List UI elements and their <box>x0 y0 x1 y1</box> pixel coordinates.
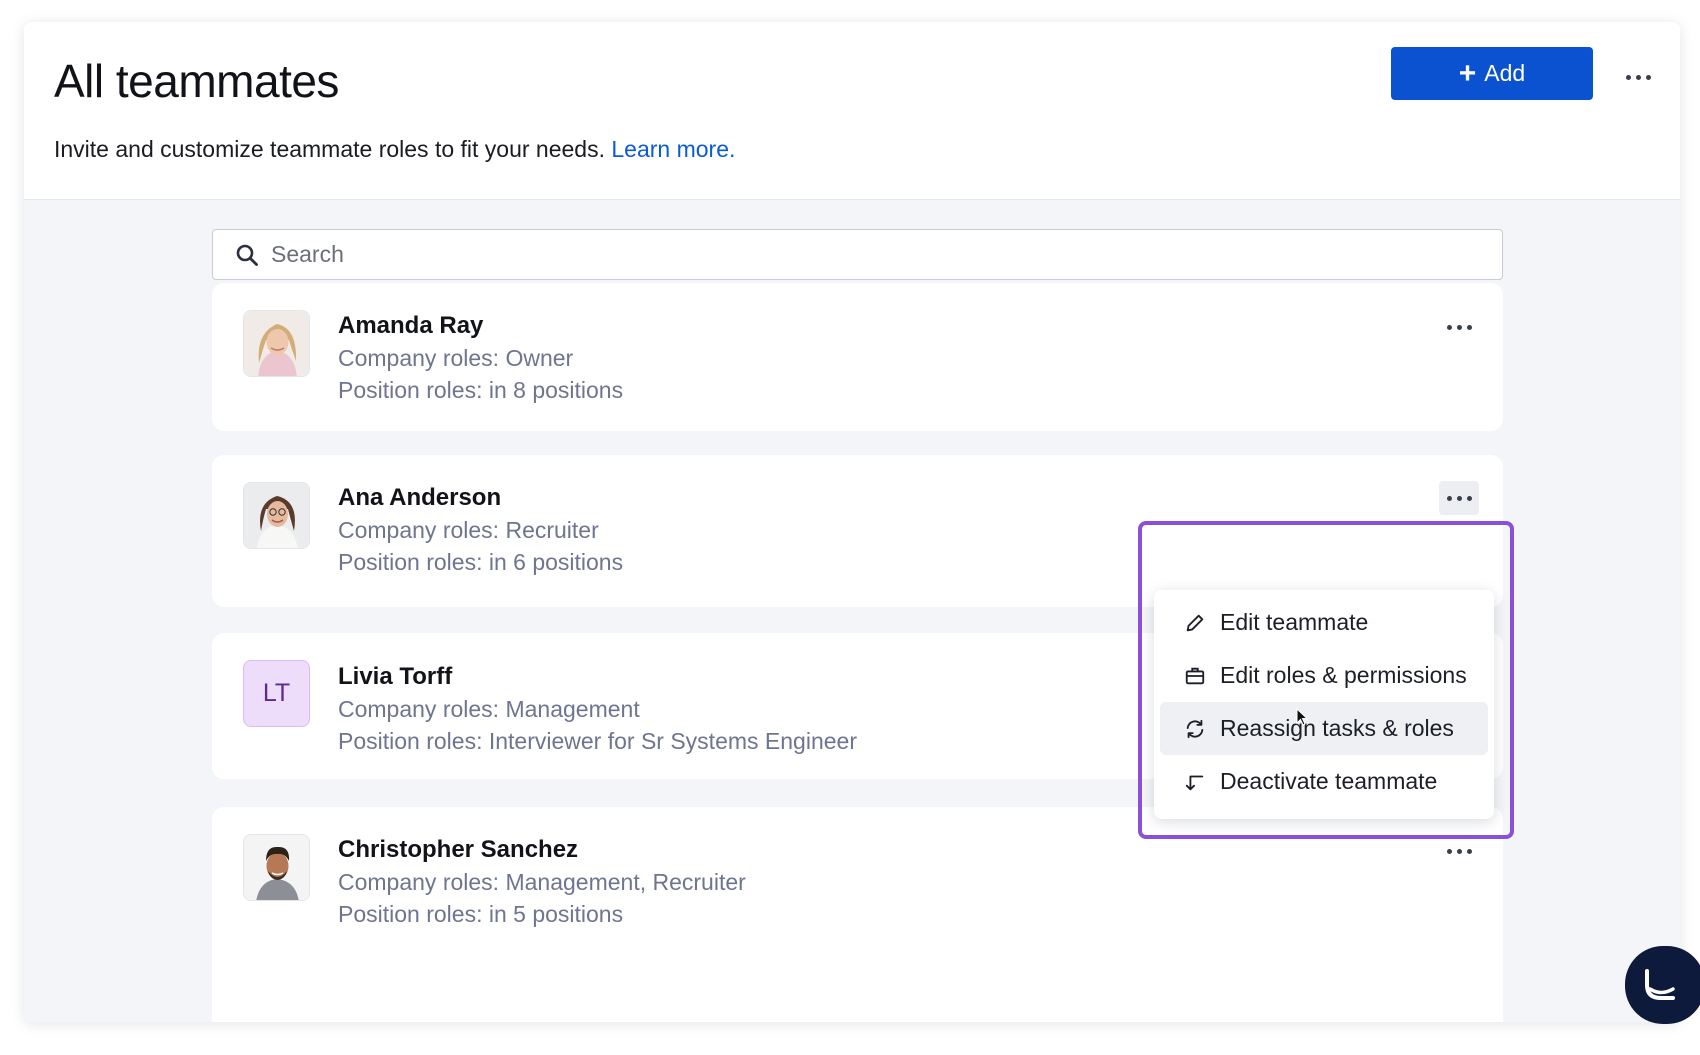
add-teammate-button[interactable]: + Add <box>1391 47 1593 100</box>
company-roles: Company roles: Management <box>338 696 640 722</box>
search-icon <box>236 244 258 266</box>
teammate-options-button-active[interactable] <box>1439 481 1479 515</box>
menu-item-label: Edit roles & permissions <box>1220 662 1467 688</box>
more-dots-icon <box>1446 848 1452 854</box>
more-dots-icon <box>1446 324 1452 330</box>
search-field[interactable] <box>212 229 1503 280</box>
mouse-cursor-icon <box>1296 708 1309 726</box>
company-roles: Company roles: Owner <box>338 345 574 371</box>
refresh-icon <box>1186 719 1204 738</box>
menu-item-edit-teammate[interactable]: Edit teammate <box>1160 596 1488 649</box>
menu-item-edit-roles[interactable]: Edit roles & permissions <box>1160 649 1488 702</box>
page-more-options-button[interactable] <box>1618 62 1658 92</box>
chat-icon <box>1645 969 1675 1000</box>
teammate-card: Amanda Ray Company roles: Owner Position… <box>212 283 1503 431</box>
teammate-name[interactable]: Amanda Ray <box>338 312 483 340</box>
more-dots-icon <box>1625 74 1631 80</box>
avatar <box>243 482 310 549</box>
position-roles: Position roles: Interviewer for Sr Syste… <box>338 728 857 754</box>
learn-more-link[interactable]: Learn more. <box>611 136 735 162</box>
avatar <box>243 310 310 377</box>
teammate-name[interactable]: Ana Anderson <box>338 484 501 512</box>
teammate-name[interactable]: Christopher Sanchez <box>338 836 578 864</box>
menu-item-deactivate[interactable]: Deactivate teammate <box>1160 755 1488 808</box>
avatar <box>243 834 310 901</box>
chat-widget-button[interactable] <box>1625 946 1700 1024</box>
company-roles: Company roles: Management, Recruiter <box>338 869 746 895</box>
teammate-options-button[interactable] <box>1439 310 1479 344</box>
subtitle-text: Invite and customize teammate roles to f… <box>54 136 605 162</box>
teammate-options-menu: Edit teammate Edit roles & permissions R… <box>1154 590 1494 819</box>
menu-item-label: Deactivate teammate <box>1220 768 1438 794</box>
teammates-page: All teammates Invite and customize teamm… <box>24 22 1680 1022</box>
deactivate-arrow-icon <box>1185 775 1204 790</box>
plus-icon: + <box>1458 56 1477 90</box>
company-roles: Company roles: Recruiter <box>338 517 599 543</box>
more-dots-icon <box>1446 495 1452 501</box>
menu-item-label: Edit teammate <box>1220 609 1369 635</box>
teammate-card: Christopher Sanchez Company roles: Manag… <box>212 807 1503 1022</box>
page-subtitle: Invite and customize teammate roles to f… <box>54 136 735 163</box>
position-roles: Position roles: in 8 positions <box>338 377 624 403</box>
teammate-options-button[interactable] <box>1439 834 1479 868</box>
avatar-initials: LT <box>243 660 310 727</box>
menu-item-reassign[interactable]: Reassign tasks & roles <box>1160 702 1488 755</box>
briefcase-icon <box>1185 667 1205 684</box>
position-roles: Position roles: in 6 positions <box>338 549 624 575</box>
pencil-icon <box>1186 614 1204 631</box>
add-button-label: Add <box>1484 60 1526 86</box>
page-title: All teammates <box>54 55 339 107</box>
search-input[interactable] <box>271 241 1471 268</box>
teammate-name[interactable]: Livia Torff <box>338 663 452 691</box>
position-roles: Position roles: in 5 positions <box>338 901 624 927</box>
menu-item-label: Reassign tasks & roles <box>1220 715 1454 741</box>
page-header: All teammates Invite and customize teamm… <box>24 22 1680 200</box>
